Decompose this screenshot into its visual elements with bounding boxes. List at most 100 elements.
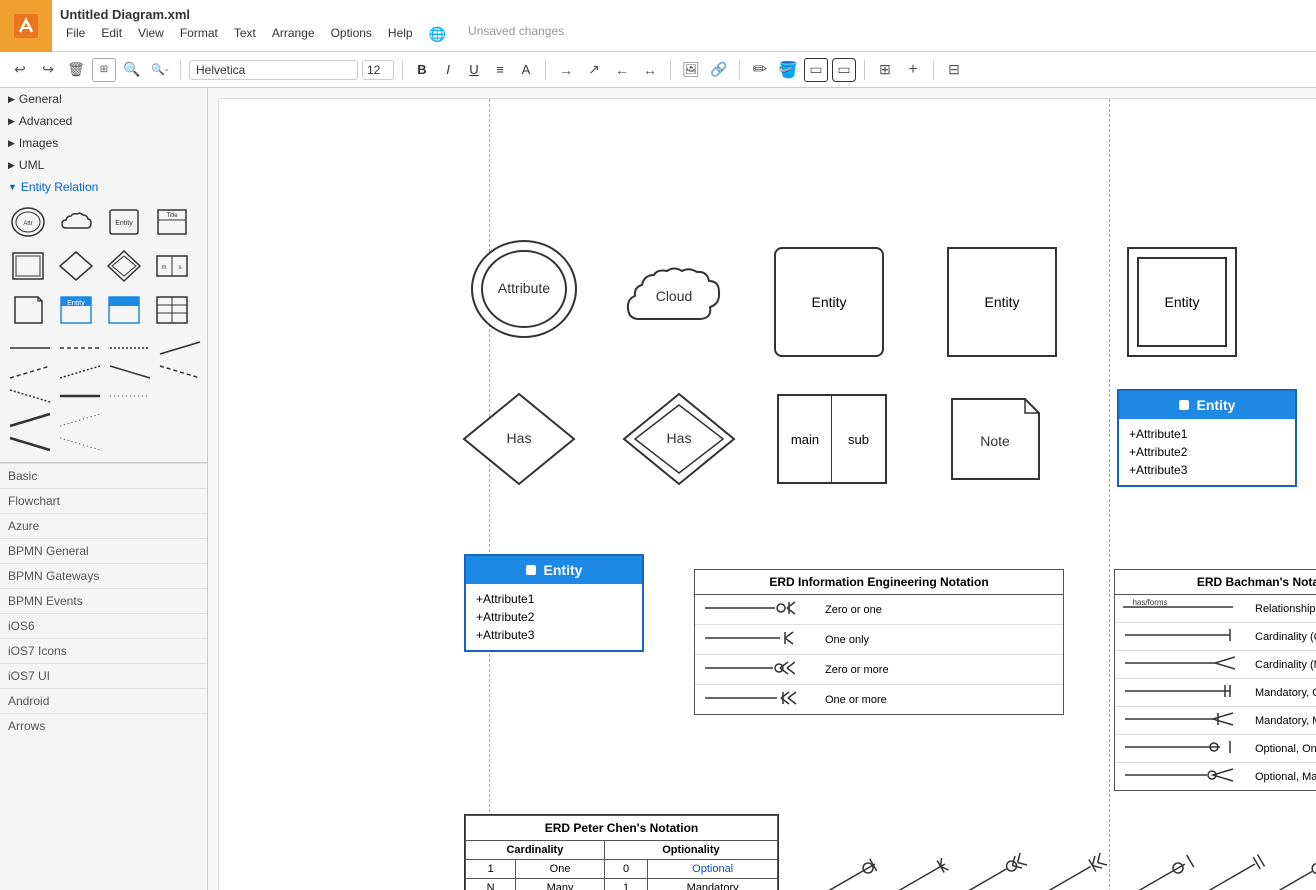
fit-page-button[interactable]: ⊞: [92, 58, 116, 82]
line-5[interactable]: [8, 362, 52, 382]
font-color-button[interactable]: A: [515, 59, 537, 81]
attribute-shape[interactable]: Attribute: [469, 234, 579, 344]
arrow-both-button[interactable]: ↔: [638, 58, 662, 82]
sidebar-bpmn-events[interactable]: BPMN Events: [0, 588, 207, 613]
sidebar-ios7-ui[interactable]: iOS7 UI: [0, 663, 207, 688]
shape-split-entity[interactable]: ms: [152, 246, 192, 286]
shape-entity-blue-table[interactable]: Entity: [56, 290, 96, 330]
line-4[interactable]: [158, 338, 202, 358]
entity-table-2[interactable]: — Entity +Attribute1 +Attribute2 +Attrib…: [464, 554, 644, 652]
line-19[interactable]: [108, 434, 151, 454]
shape-diamond[interactable]: [56, 246, 96, 286]
link-button[interactable]: 🔗: [707, 58, 731, 82]
arrow-right-button[interactable]: →: [554, 58, 578, 82]
sidebar-images[interactable]: ▶ Images: [0, 132, 207, 154]
sidebar-bpmn-general[interactable]: BPMN General: [0, 538, 207, 563]
canvas[interactable]: Attribute Cloud Entity Entity: [218, 98, 1316, 890]
menu-text[interactable]: Text: [228, 24, 262, 45]
shape-note[interactable]: [8, 290, 48, 330]
bold-button[interactable]: B: [411, 59, 433, 81]
line-7[interactable]: [108, 362, 152, 382]
rounded-rect-button[interactable]: ▭: [832, 58, 856, 82]
cloud-shape[interactable]: Cloud: [619, 249, 739, 342]
diamond-double[interactable]: Has: [619, 389, 739, 492]
entity-plain-rect[interactable]: Entity: [947, 247, 1057, 357]
minimize-btn-1[interactable]: —: [1179, 400, 1189, 410]
shape-attribute[interactable]: Attr: [8, 202, 48, 242]
delete-button[interactable]: 🗑: [64, 58, 88, 82]
menu-file[interactable]: File: [60, 24, 91, 45]
align-button[interactable]: ≡: [489, 59, 511, 81]
app-logo-icon: [12, 12, 40, 40]
line-14[interactable]: [58, 410, 102, 430]
font-size-input[interactable]: [362, 60, 394, 80]
grid-button[interactable]: ⊞: [873, 58, 897, 82]
zoom-in-button[interactable]: 🔍: [120, 58, 144, 82]
underline-button[interactable]: U: [463, 59, 485, 81]
menu-arrange[interactable]: Arrange: [266, 24, 321, 45]
shape-entity-plain[interactable]: Entity: [104, 202, 144, 242]
line-15[interactable]: [108, 410, 151, 430]
font-selector[interactable]: [189, 60, 358, 80]
menu-view[interactable]: View: [132, 24, 170, 45]
entity-table-1[interactable]: — Entity +Attribute1 +Attribute2 +Attrib…: [1117, 389, 1297, 487]
sidebar-android[interactable]: Android: [0, 688, 207, 713]
sidebar-uml[interactable]: ▶ UML: [0, 154, 207, 176]
entity-rounded-rect[interactable]: Entity: [774, 247, 884, 357]
menu-format[interactable]: Format: [174, 24, 224, 45]
sidebar-general[interactable]: ▶ General: [0, 88, 207, 110]
sidebar-flowchart[interactable]: Flowchart: [0, 488, 207, 513]
sidebar-arrows[interactable]: Arrows: [0, 713, 207, 738]
shape-entity-double-border[interactable]: [8, 246, 48, 286]
sidebar-ios7-icons[interactable]: iOS7 Icons: [0, 638, 207, 663]
image-button[interactable]: 🖼: [679, 58, 703, 82]
zoom-out-button[interactable]: 🔍-: [148, 58, 172, 82]
undo-button[interactable]: ↩: [8, 58, 32, 82]
shape-table-grid[interactable]: [152, 290, 192, 330]
shape-entity-titled[interactable]: Title: [152, 202, 192, 242]
fill-color-button[interactable]: ✏: [748, 58, 772, 82]
shape-cloud[interactable]: [56, 202, 96, 242]
line-9[interactable]: [8, 386, 52, 406]
line-18[interactable]: [58, 434, 102, 454]
rect-button[interactable]: ▭: [804, 58, 828, 82]
italic-button[interactable]: I: [437, 59, 459, 81]
arrow-bend-button[interactable]: ↗: [582, 58, 606, 82]
line-11[interactable]: [108, 386, 152, 406]
menu-options[interactable]: Options: [325, 24, 378, 45]
line-3[interactable]: [108, 338, 152, 358]
redo-button[interactable]: ↪: [36, 58, 60, 82]
sidebar-advanced[interactable]: ▶ Advanced: [0, 110, 207, 132]
svg-text:Cloud: Cloud: [656, 288, 693, 304]
sidebar-azure[interactable]: Azure: [0, 513, 207, 538]
sidebar-basic[interactable]: Basic: [0, 463, 207, 488]
add-button[interactable]: +: [901, 58, 925, 82]
paint-bucket-button[interactable]: 🪣: [776, 58, 800, 82]
diamond-simple[interactable]: Has: [459, 389, 579, 492]
line-10[interactable]: [58, 386, 102, 406]
line-17[interactable]: [8, 434, 52, 454]
line-6[interactable]: [58, 362, 102, 382]
note-shape[interactable]: Note: [947, 394, 1047, 487]
line-2[interactable]: [58, 338, 102, 358]
menu-edit[interactable]: Edit: [95, 24, 128, 45]
panel-toggle-button[interactable]: ⊟: [942, 58, 966, 82]
shape-entity-minimal[interactable]: [104, 290, 144, 330]
line-16[interactable]: [157, 410, 200, 430]
arrow-left-button[interactable]: ←: [610, 58, 634, 82]
sidebar-entity-relation[interactable]: ▼ Entity Relation: [0, 176, 207, 198]
canvas-area[interactable]: Attribute Cloud Entity Entity: [208, 88, 1316, 890]
minimize-btn-2[interactable]: —: [526, 565, 536, 575]
line-1[interactable]: [8, 338, 52, 358]
entity-double-rect[interactable]: Entity: [1127, 247, 1237, 357]
line-20[interactable]: [157, 434, 200, 454]
line-13[interactable]: [8, 410, 52, 430]
line-12[interactable]: [158, 386, 199, 406]
line-8[interactable]: [158, 362, 202, 382]
menu-help[interactable]: Help: [382, 24, 419, 45]
sidebar-bpmn-gateways[interactable]: BPMN Gateways: [0, 563, 207, 588]
sidebar-ios6[interactable]: iOS6: [0, 613, 207, 638]
split-entity[interactable]: main sub: [777, 394, 887, 484]
shape-diamond-double[interactable]: [104, 246, 144, 286]
main-layout: ▶ General ▶ Advanced ▶ Images ▶ UML ▼ En…: [0, 88, 1316, 890]
